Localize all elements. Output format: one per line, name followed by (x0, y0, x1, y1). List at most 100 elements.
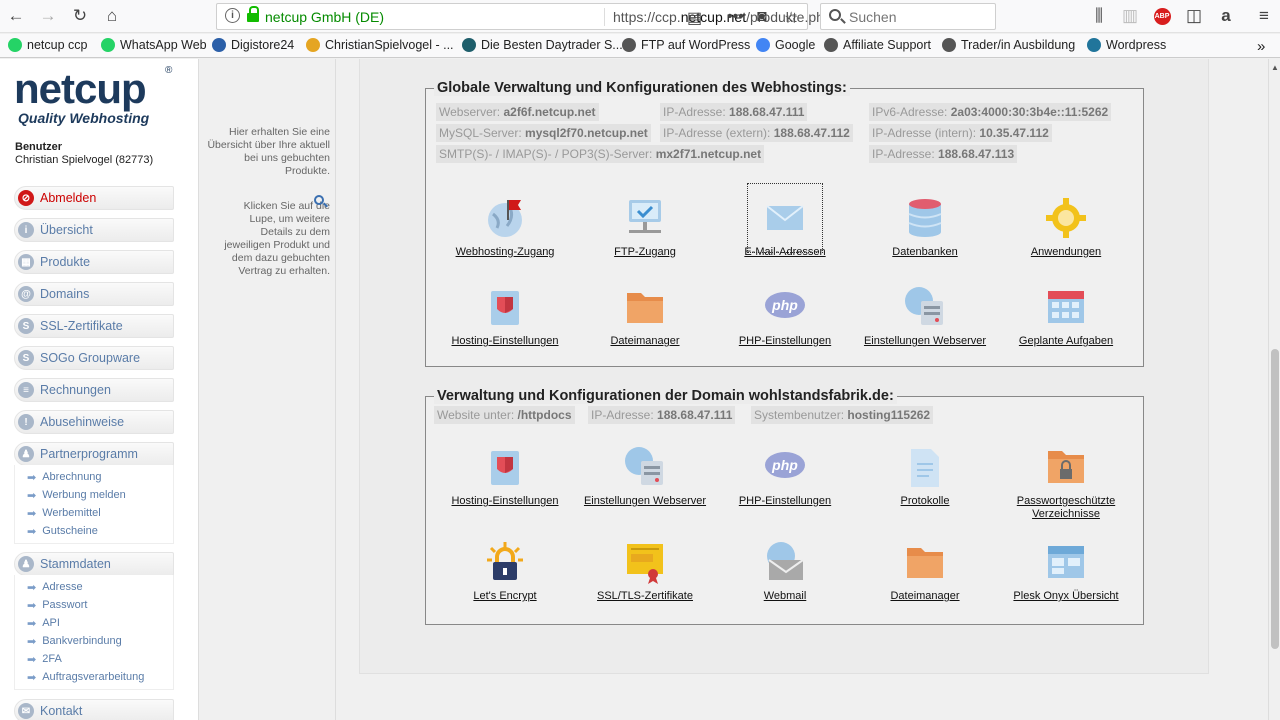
tile-hosting-einstellungen[interactable]: Hosting-Einstellungen (435, 445, 575, 508)
netcup-logo[interactable]: netcup (14, 65, 147, 113)
tile-passwortgesch-tzte-verzeichnisse[interactable]: Passwortgeschützte Verzeichnisse (996, 445, 1136, 521)
reading-list-icon[interactable]: ▥ (1117, 4, 1143, 28)
tile-webhosting-zugang[interactable]: Webhosting-Zugang (435, 196, 575, 259)
tile-label[interactable]: Dateimanager (575, 335, 715, 348)
letsencrypt-lock-icon[interactable] (483, 540, 527, 584)
hosting-settings-icon[interactable] (483, 445, 527, 489)
php-icon[interactable]: php (763, 445, 807, 489)
nav-item-stammdaten[interactable]: ♟ Stammdaten (14, 552, 174, 576)
tile-label[interactable]: Protokolle (855, 495, 995, 508)
submenu-item[interactable]: Passwort (15, 596, 173, 614)
tile-label[interactable]: E-Mail-Adressen (715, 246, 855, 259)
forward-arrow-icon[interactable]: → (35, 4, 61, 28)
bookmark-item[interactable]: netcup ccp (8, 38, 87, 52)
bookmarks-overflow-icon[interactable]: » (1257, 38, 1265, 55)
tile-label[interactable]: Hosting-Einstellungen (435, 495, 575, 508)
webhosting-globe-icon[interactable] (483, 196, 527, 240)
email-envelope-icon[interactable] (747, 183, 823, 253)
sidebar-toggle-icon[interactable]: ◫ (1181, 4, 1207, 28)
tile-label[interactable]: Anwendungen (996, 246, 1136, 259)
tile-einstellungen-webserver[interactable]: Einstellungen Webserver (855, 285, 995, 348)
webserver-icon[interactable] (903, 285, 947, 329)
certificate-icon[interactable] (623, 540, 667, 584)
home-icon[interactable]: ⌂ (99, 4, 125, 28)
bookmark-item[interactable]: Affiliate Support (824, 38, 931, 52)
tile-ftp-zugang[interactable]: FTP-Zugang (575, 196, 715, 259)
tile-label[interactable]: SSL/TLS-Zertifikate (575, 590, 715, 603)
tile-let-s-encrypt[interactable]: Let's Encrypt (435, 540, 575, 603)
tile-label[interactable]: Hosting-Einstellungen (435, 335, 575, 348)
submenu-item[interactable]: Werbung melden (15, 486, 173, 504)
tile-einstellungen-webserver[interactable]: Einstellungen Webserver (575, 445, 715, 508)
tile-dateimanager[interactable]: Dateimanager (575, 285, 715, 348)
nav-item-partnerprogramm[interactable]: ♟ Partnerprogramm (14, 442, 174, 466)
tile-label[interactable]: Webhosting-Zugang (435, 246, 575, 259)
tile-label[interactable]: Einstellungen Webserver (575, 495, 715, 508)
nav-item-abusehinweise[interactable]: ! Abusehinweise (14, 410, 174, 434)
back-arrow-icon[interactable]: ← (3, 4, 29, 28)
tile-plesk-onyx-bersicht[interactable]: Plesk Onyx Übersicht (996, 540, 1136, 603)
tile-label[interactable]: Datenbanken (855, 246, 995, 259)
tile-label[interactable]: Einstellungen Webserver (855, 335, 995, 348)
ftp-icon[interactable] (623, 196, 667, 240)
nav-item-abmelden[interactable]: ⊘ Abmelden (14, 186, 174, 210)
reader-view-icon[interactable]: ▤ (687, 8, 702, 28)
url-bar[interactable]: i netcup GmbH (DE) https://ccp.netcup.ne… (216, 3, 866, 30)
submenu-item[interactable]: Auftragsverarbeitung (15, 668, 173, 686)
tile-e-mail-adressen[interactable]: E-Mail-Adressen (715, 183, 855, 259)
submenu-item[interactable]: Gutscheine (15, 522, 173, 540)
nav-item-rechnungen[interactable]: ≡ Rechnungen (14, 378, 174, 402)
tile-protokolle[interactable]: Protokolle (855, 445, 995, 508)
bookmark-item[interactable]: FTP auf WordPress (622, 38, 750, 52)
nav-item-domains[interactable]: @ Domains (14, 282, 174, 306)
bookmark-item[interactable]: Trader/in Ausbildung (942, 38, 1075, 52)
nav-item--bersicht[interactable]: i Übersicht (14, 218, 174, 242)
php-icon[interactable]: php (763, 285, 807, 329)
dashboard-icon[interactable] (1044, 540, 1088, 584)
locked-folder-icon[interactable] (1044, 445, 1088, 489)
submenu-item[interactable]: 2FA (15, 650, 173, 668)
database-icon[interactable] (903, 196, 947, 240)
page-scrollbar[interactable]: ▲ (1268, 59, 1280, 720)
nav-item-kontakt[interactable]: ✉ Kontakt (14, 699, 174, 720)
scroll-up-icon[interactable]: ▲ (1271, 63, 1279, 72)
tile-label[interactable]: Dateimanager (855, 590, 995, 603)
submenu-item[interactable]: API (15, 614, 173, 632)
log-file-icon[interactable] (903, 445, 947, 489)
hosting-settings-icon[interactable] (483, 285, 527, 329)
tile-label[interactable]: Plesk Onyx Übersicht (996, 590, 1136, 603)
tile-ssl-tls-zertifikate[interactable]: SSL/TLS-Zertifikate (575, 540, 715, 603)
scrollbar-thumb[interactable] (1271, 349, 1279, 649)
reload-icon[interactable]: ↻ (67, 4, 93, 28)
page-actions-icon[interactable]: ••• (727, 8, 744, 26)
tile-php-einstellungen[interactable]: php PHP-Einstellungen (715, 285, 855, 348)
submenu-item[interactable]: Adresse (15, 578, 173, 596)
search-input[interactable] (849, 7, 989, 27)
menu-icon[interactable]: ≡ (1251, 4, 1277, 28)
site-info-icon[interactable]: i (225, 8, 240, 23)
submenu-item[interactable]: Bankverbindung (15, 632, 173, 650)
tile-label[interactable]: PHP-Einstellungen (715, 495, 855, 508)
tile-php-einstellungen[interactable]: php PHP-Einstellungen (715, 445, 855, 508)
tile-label[interactable]: FTP-Zugang (575, 246, 715, 259)
nav-item-produkte[interactable]: ▦ Produkte (14, 250, 174, 274)
tile-label[interactable]: Geplante Aufgaben (996, 335, 1136, 348)
folder-icon[interactable] (903, 540, 947, 584)
gear-icon[interactable] (1044, 196, 1088, 240)
bookmark-item[interactable]: ChristianSpielvogel - ... (306, 38, 454, 52)
amazon-icon[interactable]: a (1213, 4, 1239, 28)
folder-icon[interactable] (623, 285, 667, 329)
webmail-icon[interactable] (763, 540, 807, 584)
bookmark-item[interactable]: WhatsApp Web (101, 38, 207, 52)
bookmark-item[interactable]: Wordpress (1087, 38, 1166, 52)
nav-item-sogo-groupware[interactable]: S SOGo Groupware (14, 346, 174, 370)
tile-label[interactable]: Passwortgeschützte Verzeichnisse (996, 495, 1136, 521)
tile-datenbanken[interactable]: Datenbanken (855, 196, 995, 259)
tile-label[interactable]: PHP-Einstellungen (715, 335, 855, 348)
search-bar[interactable] (820, 3, 996, 30)
bookmark-item[interactable]: Die Besten Daytrader S... (462, 38, 623, 52)
calendar-icon[interactable] (1044, 285, 1088, 329)
tile-dateimanager[interactable]: Dateimanager (855, 540, 995, 603)
tile-label[interactable]: Webmail (715, 590, 855, 603)
tile-label[interactable]: Let's Encrypt (435, 590, 575, 603)
